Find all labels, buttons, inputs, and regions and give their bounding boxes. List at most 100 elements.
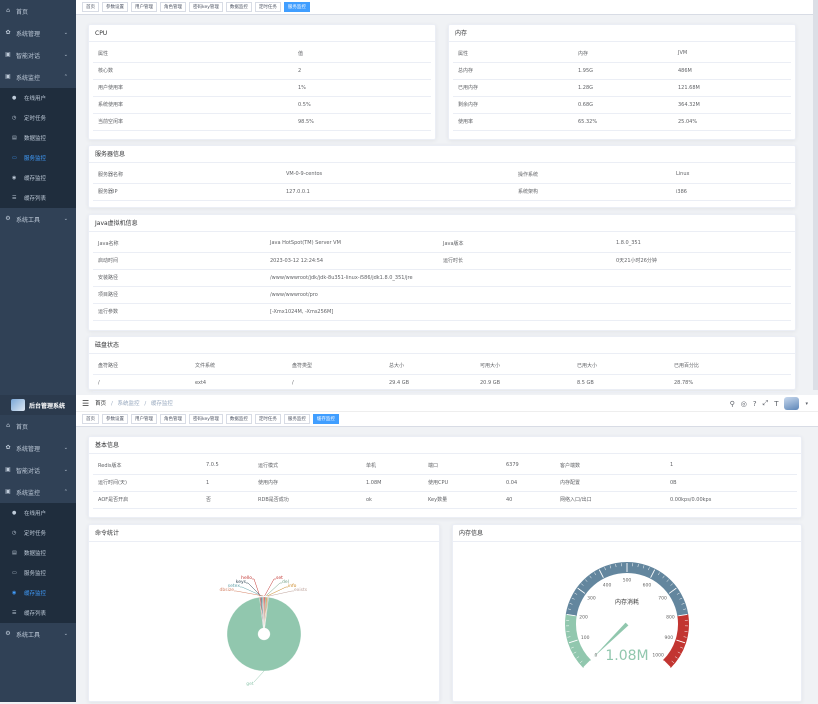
sidebar-item-system[interactable]: ✿系统管理⌄ xyxy=(0,437,76,459)
table-cell: 0.00kps/0.00kps xyxy=(665,491,797,508)
table-cell: 用户使用率 xyxy=(93,79,293,96)
list-icon: ☰ xyxy=(12,195,18,201)
search-icon[interactable]: ⚲ xyxy=(730,400,735,408)
tag-params[interactable]: 参数设置 xyxy=(102,414,128,424)
sidebar-item-tools[interactable]: ⚙系统工具⌄ xyxy=(0,208,76,230)
sidebar-item-online-users[interactable]: ● 在线用户 xyxy=(0,88,76,108)
sidebar-item-chat[interactable]: ▣智能对话⌄ xyxy=(0,459,76,481)
pie-label-line-info xyxy=(267,587,288,596)
table-cell: 运行时长 xyxy=(438,252,611,269)
tag-roles[interactable]: 角色管理 xyxy=(160,2,186,12)
tag-users[interactable]: 用户管理 xyxy=(131,414,157,424)
table-cell: 系统使用率 xyxy=(93,96,293,113)
sidebar-item-cache-monitor[interactable]: ◉缓存监控 xyxy=(0,168,76,188)
sidebar-item-label: 智能对话 xyxy=(16,51,40,60)
tag-data-monitor[interactable]: 数据监控 xyxy=(226,414,252,424)
gauge-tick-label: 700 xyxy=(658,596,667,602)
hamburger-icon[interactable]: ☰ xyxy=(82,399,89,408)
sidebar-item-server-monitor[interactable]: ▭服务监控 xyxy=(0,563,76,583)
table-row: 系统使用率0.5% xyxy=(93,96,431,113)
sidebar-item-jobs[interactable]: ◷定时任务 xyxy=(0,523,76,543)
tag-home[interactable]: 首页 xyxy=(82,414,99,424)
sidebar-item-monitor[interactable]: ▣系统监控⌃ xyxy=(0,481,76,503)
table-cell: AOF是否开启 xyxy=(93,491,201,508)
table-cell: 65.32% xyxy=(573,113,673,130)
table-cell: 可用大小 xyxy=(475,357,572,374)
sidebar-item-data-monitor[interactable]: ▤数据监控 xyxy=(0,128,76,148)
tag-keys[interactable]: 密码key管理 xyxy=(189,414,223,424)
memory-card: 内存 属性内存JVM 总内存1.95G486M 已用内存1.28G121.68M… xyxy=(448,24,796,140)
tag-roles[interactable]: 角色管理 xyxy=(160,414,186,424)
chevron-down-icon: ⌄ xyxy=(64,445,68,451)
scrollbar[interactable] xyxy=(813,0,818,390)
font-size-icon[interactable]: T xyxy=(774,400,778,408)
table-cell: 端口 xyxy=(423,457,501,474)
tag-params[interactable]: 参数设置 xyxy=(102,2,128,12)
tag-jobs[interactable]: 定时任务 xyxy=(255,414,281,424)
sidebar-item-monitor[interactable]: ▣系统监控⌃ xyxy=(0,66,76,88)
table-cell: 98.5% xyxy=(293,113,431,130)
table-cell: 25.04% xyxy=(673,113,791,130)
gear-icon: ✿ xyxy=(5,30,11,36)
chevron-up-icon: ⌃ xyxy=(64,489,68,495)
tag-data-monitor[interactable]: 数据监控 xyxy=(226,2,252,12)
sidebar-item-data-monitor[interactable]: ▤数据监控 xyxy=(0,543,76,563)
sidebar-item-server-monitor[interactable]: ▭服务监控 xyxy=(0,148,76,168)
server-table: 服务器名称VM-0-9-centos操作系统Linux 服务器IP127.0.0… xyxy=(93,166,791,201)
help-icon[interactable]: ? xyxy=(753,400,757,408)
submenu: ● 在线用户 ◷定时任务 ▤数据监控 ▭服务监控 ◉缓存监控 ☰缓存列表 xyxy=(0,88,76,208)
user-icon: ● xyxy=(12,95,18,101)
tag-home[interactable]: 首页 xyxy=(82,2,99,12)
sidebar-item-label: 在线用户 xyxy=(24,94,46,102)
table-cell: 20.9 GB xyxy=(475,374,572,391)
github-icon[interactable]: ◎ xyxy=(741,400,747,408)
sidebar-item-system[interactable]: ✿系统管理⌄ xyxy=(0,22,76,44)
disk-title: 磁盘状态 xyxy=(89,337,795,354)
table-cell: 盘符路径 xyxy=(93,357,190,374)
tag-users[interactable]: 用户管理 xyxy=(131,2,157,12)
sidebar-item-label: 服务监控 xyxy=(24,154,46,162)
table-cell: 系统架构 xyxy=(513,183,671,200)
gear-icon: ✿ xyxy=(5,445,11,451)
table-cell: 总大小 xyxy=(384,357,475,374)
sidebar-item-online-users[interactable]: ● 在线用户 xyxy=(0,503,76,523)
breadcrumb-home[interactable]: 首页 xyxy=(95,401,106,407)
pie-label-line-set xyxy=(265,579,276,596)
gauge-tick-label: 900 xyxy=(665,635,674,641)
sidebar-item-home[interactable]: ⌂首页 xyxy=(0,0,76,22)
table-cell: 当前空闲率 xyxy=(93,113,293,130)
sidebar-item-cache-list[interactable]: ☰缓存列表 xyxy=(0,603,76,623)
sidebar-item-chat[interactable]: ▣智能对话⌄ xyxy=(0,44,76,66)
table-cell: [-Xmx1024M, -Xms256M] xyxy=(265,303,791,320)
table-cell: 服务器名称 xyxy=(93,166,281,183)
navbar: ☰ 首页 / 系统监控 / 缓存监控 ⚲ ◎ ? ⤢ T ▾ xyxy=(76,395,818,412)
tag-server-monitor[interactable]: 服务监控 xyxy=(284,414,310,424)
table-cell: ext4 xyxy=(190,374,287,391)
tag-server-monitor[interactable]: 服务监控 xyxy=(284,2,310,12)
table-cell: 29.4 GB xyxy=(384,374,475,391)
table-cell: 1 xyxy=(665,457,797,474)
user-icon: ● xyxy=(12,510,18,516)
memory-info-title: 内存信息 xyxy=(453,525,801,542)
table-row: 使用率65.32%25.04% xyxy=(453,113,791,130)
tag-cache-monitor[interactable]: 缓存监控 xyxy=(313,414,339,424)
table-cell: 已用大小 xyxy=(572,357,669,374)
sidebar-item-cache-list[interactable]: ☰缓存列表 xyxy=(0,188,76,208)
sidebar: 后台管理系统 ⌂首页 ✿系统管理⌄ ▣智能对话⌄ ▣系统监控⌃ ●在线用户 ◷定… xyxy=(0,395,76,702)
table-cell: 操作系统 xyxy=(513,166,671,183)
avatar[interactable] xyxy=(784,397,799,410)
fullscreen-icon[interactable]: ⤢ xyxy=(763,399,769,408)
table-cell: 0.5% xyxy=(293,96,431,113)
tag-jobs[interactable]: 定时任务 xyxy=(255,2,281,12)
sidebar-item-cache-monitor[interactable]: ◉缓存监控 xyxy=(0,583,76,603)
caret-down-icon[interactable]: ▾ xyxy=(805,401,808,407)
sidebar-item-tools[interactable]: ⚙系统工具⌄ xyxy=(0,623,76,645)
sidebar-item-jobs[interactable]: ◷定时任务 xyxy=(0,108,76,128)
tags-view: 首页 参数设置 用户管理 角色管理 密码key管理 数据监控 定时任务 服务监控 xyxy=(76,0,818,15)
sidebar-item-label: 在线用户 xyxy=(24,509,46,517)
table-row: 核心数2 xyxy=(93,62,431,79)
sidebar-item-home[interactable]: ⌂首页 xyxy=(0,415,76,437)
jvm-card: Java虚拟机信息 Java名称Java HotSpot(TM) Server … xyxy=(88,214,796,331)
sidebar: ⌂首页 ✿系统管理⌄ ▣智能对话⌄ ▣系统监控⌃ ● 在线用户 ◷定时任务 ▤数据… xyxy=(0,0,76,390)
tag-keys[interactable]: 密码key管理 xyxy=(189,2,223,12)
